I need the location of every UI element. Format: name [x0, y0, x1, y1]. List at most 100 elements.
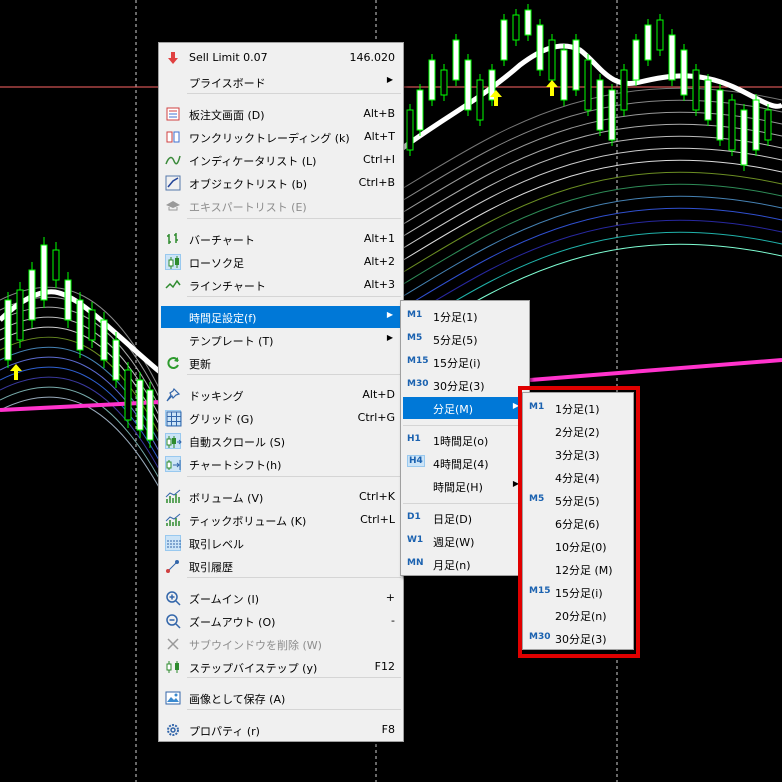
candle-body	[656, 19, 664, 51]
timeframe-code-label: M1	[529, 402, 545, 412]
menu-item-label: ズームアウト (O)	[189, 616, 276, 629]
grid-icon	[165, 410, 182, 427]
candle-body	[76, 299, 84, 351]
submenu-arrow-icon: ▶	[386, 333, 393, 342]
menu-item-label: ローソク足	[189, 257, 244, 270]
trade-levels-icon	[165, 535, 181, 551]
timeframe_menu-item-3[interactable]: M30 30分足(3)	[403, 374, 527, 396]
minutes_menu-item-5[interactable]: 6分足(6)	[525, 512, 631, 534]
timeframe_menu-item-4[interactable]: 分足(M) ▶	[403, 397, 527, 419]
candle-body	[64, 279, 72, 321]
menu-item-1[interactable]: プライスボード ▶	[161, 71, 401, 93]
menu-separator	[187, 374, 401, 375]
minutes_menu-item-7[interactable]: 12分足 (M)	[525, 558, 631, 580]
candle-body	[112, 339, 120, 381]
menu-item-label: 月足(n)	[433, 559, 471, 572]
menu-item-label: プロパティ (r)	[189, 725, 260, 738]
expert-hat-icon	[165, 198, 181, 214]
menu-item-9[interactable]: ラインチャート Alt+3	[161, 274, 401, 296]
menu-item-15[interactable]: 自動スクロール (S)	[161, 430, 401, 452]
menu-item-5[interactable]: オブジェクトリスト (b) Ctrl+B	[161, 172, 401, 194]
candle-body	[764, 109, 772, 141]
timeframe_menu-item-1[interactable]: M5 5分足(5)	[403, 328, 527, 350]
menu-item-7[interactable]: バーチャート Alt+1	[161, 228, 401, 250]
menu-item-label: 15分足(i)	[433, 357, 481, 370]
timeframe_menu-item-7[interactable]: 時間足(H) ▶	[403, 475, 527, 497]
menu-item-shortcut: F8	[381, 723, 395, 736]
menu-item-label: 1分足(1)	[555, 403, 600, 416]
candle-body	[406, 109, 414, 151]
candle-body	[100, 319, 108, 361]
minutes_menu-item-1[interactable]: 2分足(2)	[525, 420, 631, 442]
timeframe_menu-item-8[interactable]: D1 日足(D)	[403, 507, 527, 529]
settings-gear-icon	[165, 722, 181, 738]
menu-item-25[interactable]: 画像として保存 (A)	[161, 687, 401, 709]
menu-item-label: Sell Limit 0.07	[189, 51, 268, 64]
menu-item-label: 30分足(3)	[555, 633, 607, 646]
menu-item-16[interactable]: チャートシフト(h)	[161, 453, 401, 475]
menu-item-26[interactable]: プロパティ (r) F8	[161, 719, 401, 741]
timeframe_menu-item-5[interactable]: H1 1時間足(o)	[403, 429, 527, 451]
pin-icon	[165, 387, 181, 403]
menu-item-19[interactable]: 取引レベル	[161, 532, 401, 554]
menu-separator	[187, 709, 401, 710]
menu-item-8[interactable]: ローソク足 Alt+2	[161, 251, 401, 273]
minutes_menu-item-2[interactable]: 3分足(3)	[525, 443, 631, 465]
menu-item-18[interactable]: ティックボリューム (K) Ctrl+L	[161, 509, 401, 531]
menu-item-label: ティックボリューム (K)	[189, 515, 307, 528]
minutes_menu-item-0[interactable]: M1 1分足(1)	[525, 397, 631, 419]
minutes_menu-item-9[interactable]: 20分足(n)	[525, 604, 631, 626]
submenu-arrow-icon: ▶	[512, 479, 519, 488]
timeframe_menu-item-0[interactable]: M1 1分足(1)	[403, 305, 527, 327]
menu-item-shortcut: Alt+3	[363, 278, 395, 291]
candle-body	[88, 309, 96, 341]
menu-item-shortcut: Alt+T	[364, 130, 395, 143]
minutes_menu-item-3[interactable]: 4分足(4)	[525, 466, 631, 488]
candle-body	[146, 389, 154, 441]
menu-item-2[interactable]: 板注文画面 (D) Alt+B	[161, 103, 401, 125]
timeframe_menu-item-10[interactable]: MN 月足(n)	[403, 553, 527, 575]
timeframe-code-label: M30	[529, 632, 551, 642]
order-price-value: 146.020	[349, 51, 396, 64]
minutes_menu-item-8[interactable]: M15 15分足(i)	[525, 581, 631, 603]
candle-body	[740, 109, 748, 166]
menu-item-label: 日足(D)	[433, 513, 473, 526]
menu-item-14[interactable]: グリッド (G) Ctrl+G	[161, 407, 401, 429]
trade-history-icon	[165, 558, 181, 574]
candlestick-icon	[165, 254, 181, 270]
menu-item-label: 4時間足(4)	[433, 458, 489, 471]
minutes_menu-item-4[interactable]: M5 5分足(5)	[525, 489, 631, 511]
menu-item-12[interactable]: 更新	[161, 352, 401, 374]
timeframe-code-label: M5	[529, 494, 545, 504]
menu-item-label: 20分足(n)	[555, 610, 607, 623]
timeframe-code-label: M30	[407, 379, 429, 389]
timeframe_menu-item-2[interactable]: M15 15分足(i)	[403, 351, 527, 373]
candle-body	[548, 39, 556, 81]
candle-body	[52, 249, 60, 281]
menu-item-20[interactable]: 取引履歴	[161, 555, 401, 577]
timeframe-code-label: D1	[407, 512, 421, 522]
timeframe-code-label: M15	[529, 586, 551, 596]
volume-icon	[165, 489, 181, 505]
menu-item-10[interactable]: 時間足設定(f) ▶	[161, 306, 401, 328]
menu-item-13[interactable]: ドッキング Alt+D	[161, 384, 401, 406]
menu-item-sell-limit-order[interactable]: Sell Limit 0.07 146.020	[161, 47, 401, 69]
candle-body	[512, 14, 520, 41]
timeframe_menu-item-6[interactable]: H4 4時間足(4)	[403, 452, 527, 474]
menu-item-3[interactable]: ワンクリックトレーディング (k) Alt+T	[161, 126, 401, 148]
menu-item-17[interactable]: ボリューム (V) Ctrl+K	[161, 486, 401, 508]
menu-item-shortcut: Alt+B	[363, 107, 395, 120]
menu-item-22[interactable]: ズームアウト (O) -	[161, 610, 401, 632]
bar-chart-icon	[165, 231, 181, 247]
candle-body	[716, 89, 724, 141]
minutes_menu-item-6[interactable]: 10分足(0)	[525, 535, 631, 557]
minutes_menu-item-10[interactable]: M30 30分足(3)	[525, 627, 631, 649]
menu-item-label: 4分足(4)	[555, 472, 600, 485]
menu-item-21[interactable]: ズームイン (I) +	[161, 587, 401, 609]
timeframe_menu-item-9[interactable]: W1 週足(W)	[403, 530, 527, 552]
menu-item-4[interactable]: インディケータリスト (L) Ctrl+I	[161, 149, 401, 171]
menu-item-label: 6分足(6)	[555, 518, 600, 531]
menu-item-24[interactable]: ステップバイステップ (y) F12	[161, 656, 401, 678]
menu-item-11[interactable]: テンプレート (T) ▶	[161, 329, 401, 351]
candle-body	[440, 69, 448, 96]
